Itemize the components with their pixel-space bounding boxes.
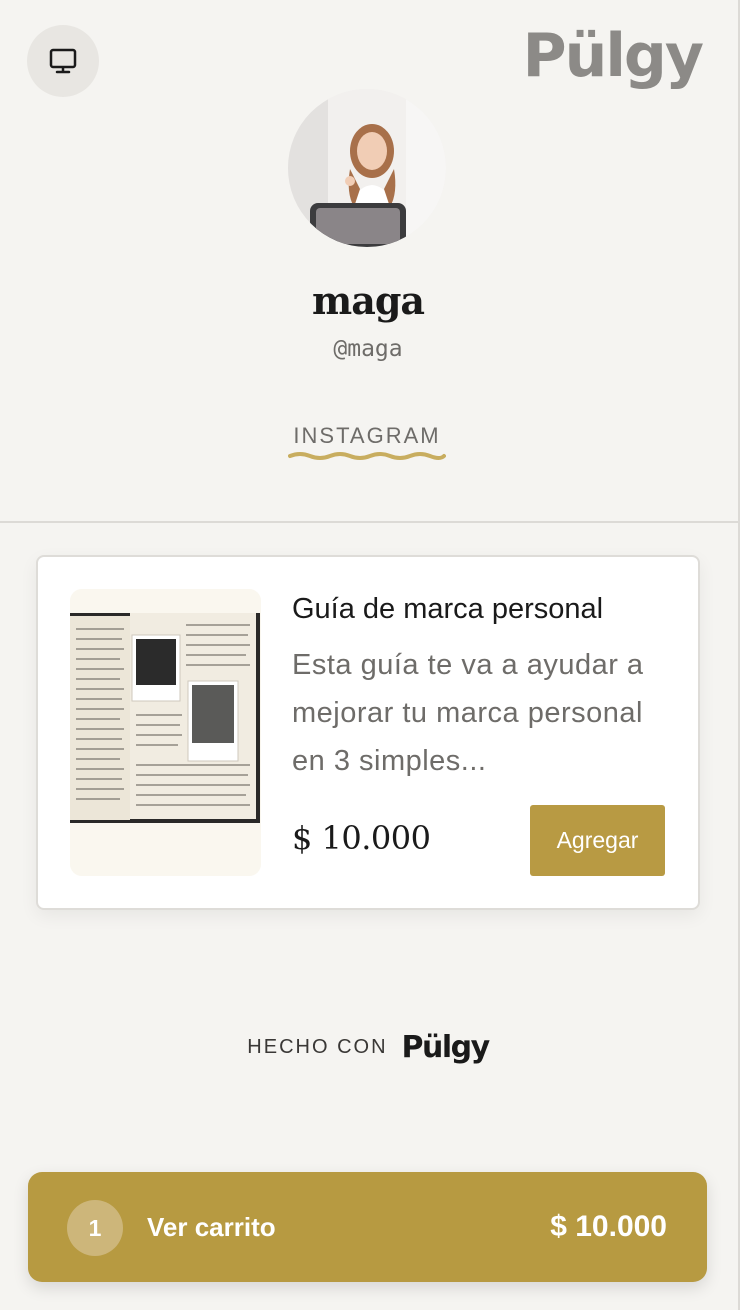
- brand-logo[interactable]: Pülgy: [523, 18, 704, 94]
- profile-handle: @maga: [333, 336, 403, 362]
- cart-total: $ 10.000: [550, 1210, 667, 1243]
- product-card[interactable]: Guía de marca personal Esta guía te va a…: [36, 555, 700, 910]
- product-description: Esta guía te va a ayudar a mejorar tu ma…: [292, 649, 644, 777]
- device-toggle-button[interactable]: [27, 25, 99, 97]
- made-with-label: HECHO CON: [247, 1036, 388, 1058]
- cart-label: Ver carrito: [147, 1212, 276, 1242]
- monitor-icon: [49, 48, 77, 74]
- footer-brand-logo[interactable]: Pülgy: [402, 1030, 491, 1065]
- avatar: [288, 89, 446, 247]
- profile-name: maga: [311, 278, 425, 323]
- section-divider: [0, 521, 738, 523]
- cart-count-badge: 1: [67, 1200, 123, 1256]
- tab-instagram[interactable]: INSTAGRAM: [288, 423, 446, 449]
- add-to-cart-button[interactable]: Agregar: [530, 805, 665, 876]
- product-price: $ 10.000: [292, 819, 431, 857]
- product-image: [70, 589, 261, 876]
- product-title[interactable]: Guía de marca personal: [292, 593, 692, 626]
- tab-underline: [288, 452, 446, 460]
- view-cart-button[interactable]: 1 Ver carrito $ 10.000: [28, 1172, 707, 1282]
- footer: HECHO CON Pülgy: [0, 1030, 736, 1065]
